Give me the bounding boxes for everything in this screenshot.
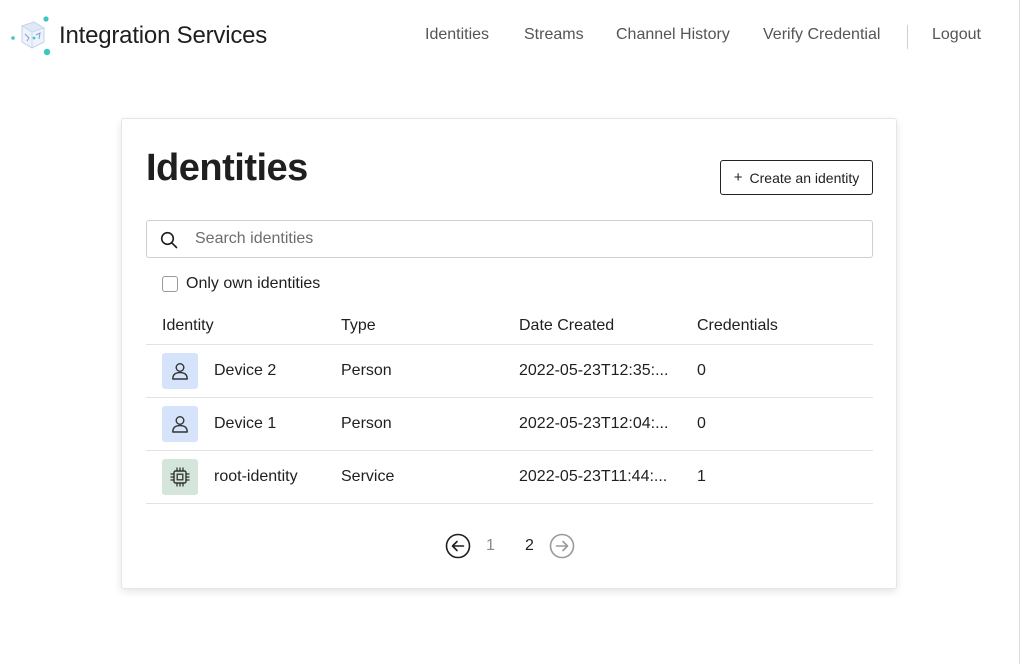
page-number-1[interactable]: 1	[486, 537, 495, 555]
identity-type: Person	[341, 362, 392, 379]
identity-name: root-identity	[214, 468, 298, 485]
nav-verify-credential[interactable]: Verify Credential	[763, 26, 880, 44]
search-input[interactable]	[195, 221, 855, 257]
person-icon	[172, 416, 188, 433]
create-identity-button[interactable]: + Create an identity	[720, 160, 873, 195]
identity-date-created: 2022-05-23T12:35:...	[519, 362, 669, 379]
plus-icon: +	[733, 169, 743, 186]
identity-credentials: 0	[697, 415, 706, 432]
search-box[interactable]	[146, 220, 873, 258]
identity-name: Device 1	[214, 415, 277, 432]
identities-card: Identities + Create an identity Only own…	[121, 118, 897, 589]
table-header: Identity Type Date Created Credentials	[146, 309, 873, 345]
identity-name: Device 2	[214, 362, 277, 379]
arrow-right-circle-icon[interactable]	[549, 533, 575, 559]
column-date-created: Date Created	[519, 317, 615, 334]
identity-avatar	[162, 459, 198, 495]
column-type: Type	[341, 317, 376, 334]
nav-streams[interactable]: Streams	[524, 26, 584, 44]
nav-channel-history[interactable]: Channel History	[616, 26, 730, 44]
identity-avatar	[162, 406, 198, 442]
arrow-left-circle-icon[interactable]	[445, 533, 471, 559]
page-number-2[interactable]: 2	[525, 537, 534, 555]
own-identities-filter[interactable]: Only own identities	[162, 274, 320, 294]
nav-divider	[907, 25, 908, 49]
column-credentials: Credentials	[697, 317, 778, 334]
main-nav: Identities Streams Channel History Verif…	[0, 26, 1020, 46]
page-title: Identities	[146, 147, 308, 189]
table-row[interactable]: Device 2 Person 2022-05-23T12:35:... 0	[146, 345, 873, 398]
own-identities-label: Only own identities	[186, 275, 321, 292]
identities-table: Identity Type Date Created Credentials D…	[146, 309, 873, 504]
identity-avatar	[162, 353, 198, 389]
table-row[interactable]: Device 1 Person 2022-05-23T12:04:... 0	[146, 398, 873, 451]
identity-date-created: 2022-05-23T11:44:...	[519, 468, 668, 485]
create-identity-label: Create an identity	[749, 169, 860, 186]
pagination: 1 2	[122, 533, 898, 559]
top-header: Integration Services Identities Streams …	[0, 0, 1020, 72]
identity-credentials: 0	[697, 362, 706, 379]
identity-type: Service	[341, 468, 395, 485]
search-icon	[160, 231, 178, 249]
person-icon	[172, 363, 188, 380]
identity-date-created: 2022-05-23T12:04:...	[519, 415, 669, 432]
chip-icon	[170, 467, 190, 487]
nav-logout[interactable]: Logout	[932, 26, 981, 44]
identity-type: Person	[341, 415, 392, 432]
column-identity: Identity	[162, 317, 214, 334]
identity-credentials: 1	[697, 468, 706, 485]
nav-identities[interactable]: Identities	[425, 26, 489, 44]
table-row[interactable]: root-identity Service 2022-05-23T11:44:.…	[146, 451, 873, 504]
own-identities-checkbox[interactable]	[162, 276, 178, 292]
